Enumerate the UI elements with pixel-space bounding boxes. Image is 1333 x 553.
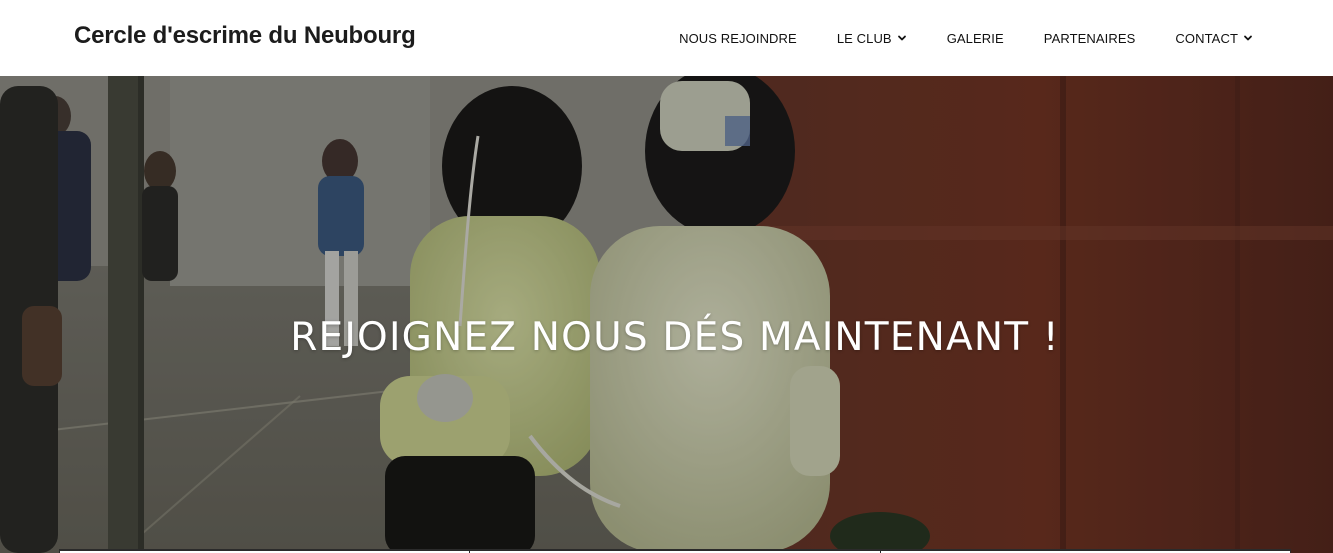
nav-item-le-club[interactable]: LE CLUB (837, 31, 907, 46)
nav-item-label: GALERIE (946, 30, 1004, 46)
nav-item-contact[interactable]: CONTACT (1175, 31, 1253, 46)
hero-section: REJOIGNEZ NOUS DÉS MAINTENANT ! (0, 76, 1333, 553)
nav-item-galerie[interactable]: GALERIE (947, 31, 1004, 46)
nav-item-label: NOUS REJOINDRE (679, 30, 797, 46)
main-nav: NOUS REJOINDRE LE CLUB GALERIE PARTENAIR… (679, 0, 1253, 76)
nav-item-label: CONTACT (1175, 30, 1238, 46)
chevron-down-icon[interactable] (1243, 33, 1253, 43)
hero-heading: REJOIGNEZ NOUS DÉS MAINTENANT ! (290, 315, 1060, 360)
feature-cards (59, 549, 1291, 553)
nav-item-nous-rejoindre[interactable]: NOUS REJOINDRE (679, 31, 797, 46)
feature-card (59, 549, 470, 553)
nav-item-label: PARTENAIRES (1043, 30, 1136, 46)
nav-item-label: LE CLUB (836, 30, 892, 46)
site-header: Cercle d'escrime du Neubourg NOUS REJOIN… (0, 0, 1333, 76)
site-title-link[interactable]: Cercle d'escrime du Neubourg (74, 22, 416, 50)
chevron-down-icon[interactable] (897, 33, 907, 43)
feature-card (879, 549, 1291, 553)
feature-card (469, 549, 880, 553)
nav-item-partenaires[interactable]: PARTENAIRES (1044, 31, 1136, 46)
